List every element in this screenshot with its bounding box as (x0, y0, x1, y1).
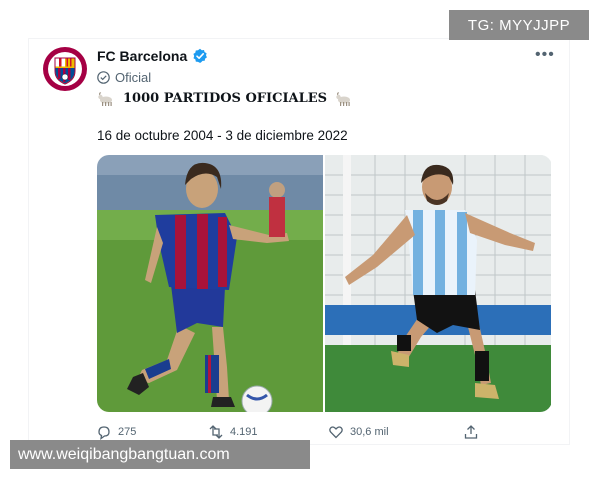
goat-icon (336, 91, 351, 106)
tweet-media[interactable] (97, 155, 552, 412)
reply-count: 275 (118, 426, 137, 438)
heart-icon (329, 426, 343, 439)
retweet-action[interactable]: 4.191 (208, 424, 258, 440)
official-label-row: Oficial (97, 70, 151, 85)
messi-barcelona-photo-icon (97, 155, 323, 412)
tweet-dates-text: 16 de octubre 2004 - 3 de diciembre 2022 (97, 128, 348, 143)
avatar[interactable] (43, 47, 87, 91)
share-icon (464, 425, 478, 439)
reply-action[interactable]: 275 (96, 424, 136, 440)
retweet-icon (209, 425, 223, 439)
account-name[interactable]: FC Barcelona (97, 48, 187, 64)
official-label: Oficial (115, 70, 152, 85)
retweet-count: 4.191 (230, 426, 258, 438)
official-check-icon (97, 71, 110, 84)
site-watermark: www.weiqibangbangtuan.com (10, 440, 310, 469)
like-count: 30,6 mil (350, 426, 389, 438)
messi-argentina-photo-icon (325, 155, 551, 412)
like-action[interactable]: 30,6 mil (328, 424, 389, 440)
photo-messi-barcelona[interactable] (97, 155, 323, 412)
tweet-text: 1000 PARTIDOS OFICIALES (123, 91, 328, 106)
share-action[interactable] (463, 424, 479, 440)
photo-messi-argentina[interactable] (325, 155, 551, 412)
more-options-icon[interactable]: ••• (535, 46, 555, 64)
verified-badge-icon (193, 48, 208, 63)
barcelona-crest-icon (48, 52, 82, 86)
account-name-row[interactable]: FC Barcelona (97, 48, 208, 64)
tweet-text-row: 1000 PARTIDOS OFICIALES (97, 91, 353, 106)
goat-icon (98, 91, 112, 106)
reply-icon (98, 426, 110, 440)
tg-watermark: TG: MYYJJPP (449, 10, 589, 40)
